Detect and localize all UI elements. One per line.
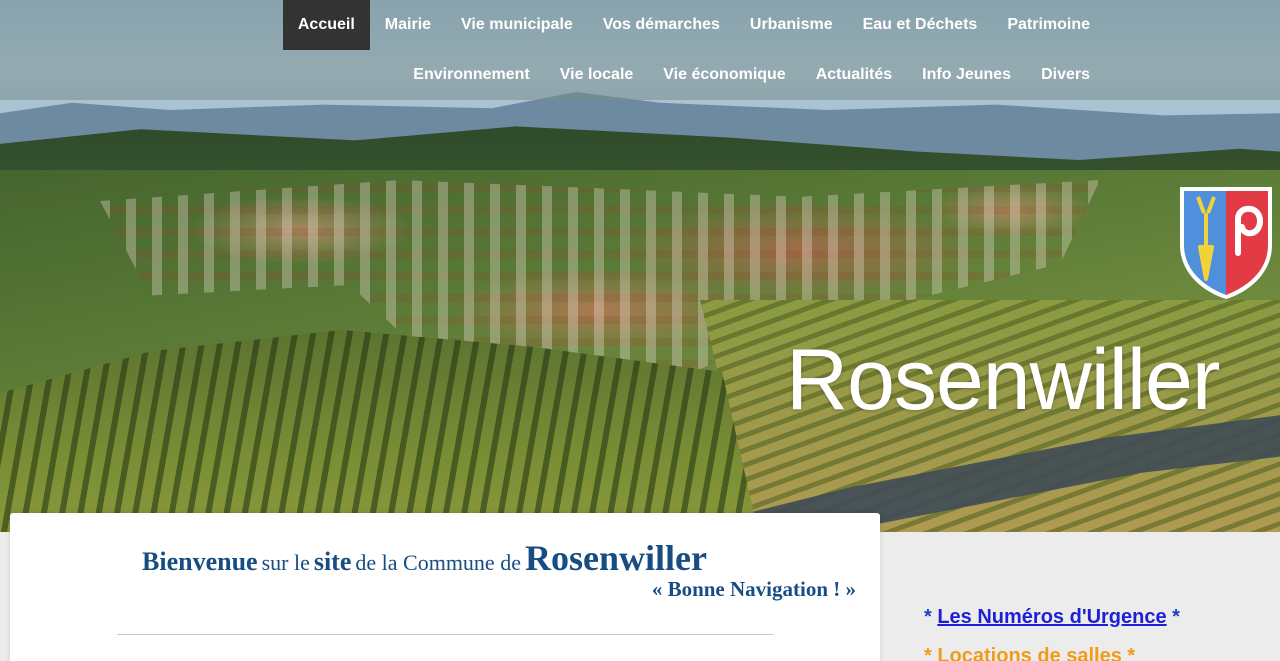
sidebar-locations-prefix: * xyxy=(924,645,938,661)
sidebar-links: * Les Numéros d'Urgence * * Locations de… xyxy=(924,605,1264,661)
nav-item-vie-economique[interactable]: Vie économique xyxy=(648,50,800,100)
welcome-word-sur-le: sur le xyxy=(261,550,310,575)
welcome-card: Bienvenue sur le site de la Commune de R… xyxy=(10,513,880,661)
welcome-heading: Bienvenue sur le site de la Commune de R… xyxy=(142,537,707,579)
main-navigation: Accueil Mairie Vie municipale Vos démarc… xyxy=(0,0,1280,100)
link-locations-salles[interactable]: Locations de salles xyxy=(937,645,1122,661)
nav-item-vos-demarches[interactable]: Vos démarches xyxy=(588,0,735,50)
nav-item-environnement[interactable]: Environnement xyxy=(398,50,544,100)
nav-item-patrimoine[interactable]: Patrimoine xyxy=(992,0,1105,50)
nav-item-vie-municipale[interactable]: Vie municipale xyxy=(446,0,588,50)
link-numeros-urgence[interactable]: Les Numéros d'Urgence xyxy=(937,606,1166,628)
site-title: Rosenwiller xyxy=(786,332,1220,428)
welcome-word-rosenwiller: Rosenwiller xyxy=(524,538,707,578)
nav-item-eau-et-dechets[interactable]: Eau et Déchets xyxy=(848,0,993,50)
sidebar-urgence-prefix: * xyxy=(924,606,938,628)
sidebar-locations-line: * Locations de salles * xyxy=(924,644,1264,661)
nav-item-accueil[interactable]: Accueil xyxy=(282,0,370,50)
nav-item-actualites[interactable]: Actualités xyxy=(801,50,907,100)
nav-item-info-jeunes[interactable]: Info Jeunes xyxy=(907,50,1026,100)
welcome-word-bienvenue: Bienvenue xyxy=(142,547,258,576)
nav-item-vie-locale[interactable]: Vie locale xyxy=(545,50,649,100)
sidebar-urgence-suffix: * xyxy=(1166,606,1180,628)
nav-row-1: Accueil Mairie Vie municipale Vos démarc… xyxy=(282,0,1105,50)
content-divider xyxy=(117,634,773,635)
nav-item-mairie[interactable]: Mairie xyxy=(370,0,446,50)
welcome-word-site: site xyxy=(313,547,352,576)
welcome-subtitle: « Bonne Navigation ! » xyxy=(651,577,856,601)
coat-of-arms-icon xyxy=(1180,187,1272,299)
nav-row-2: Environnement Vie locale Vie économique … xyxy=(398,50,1105,100)
welcome-word-commune: de la Commune de xyxy=(355,550,521,575)
nav-item-divers[interactable]: Divers xyxy=(1026,50,1105,100)
nav-item-urbanisme[interactable]: Urbanisme xyxy=(735,0,848,50)
sidebar-urgence-line: * Les Numéros d'Urgence * xyxy=(924,605,1264,629)
sidebar-locations-suffix: * xyxy=(1121,645,1136,661)
